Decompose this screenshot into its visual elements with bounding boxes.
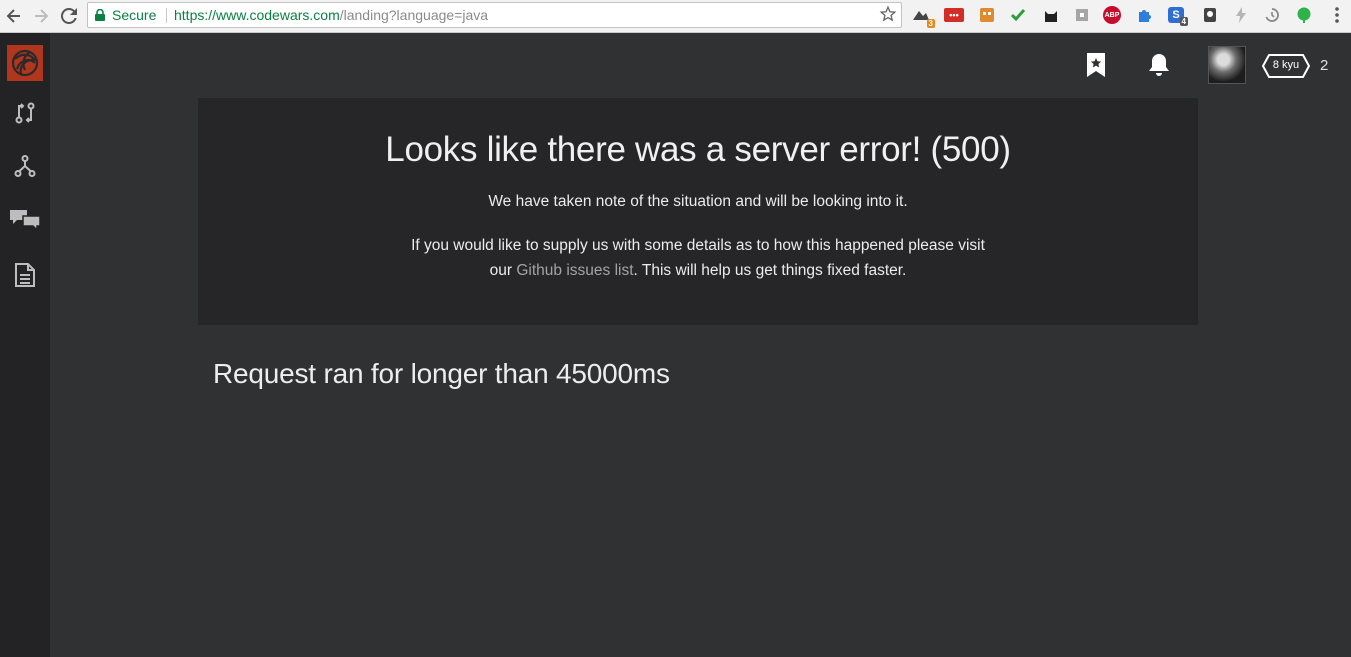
error-note: We have taken note of the situation and … <box>488 193 908 210</box>
sidebar-item-kumite[interactable] <box>0 146 50 186</box>
url-separator <box>166 8 167 23</box>
evernote-icon <box>1297 7 1311 23</box>
extension-6[interactable] <box>1072 5 1092 25</box>
extension-check[interactable] <box>1008 5 1028 25</box>
bookmarks-button[interactable] <box>1083 52 1109 78</box>
url-text[interactable]: https://www.codewars.com/landing?languag… <box>174 7 488 23</box>
extension-bolt[interactable] <box>1231 5 1251 25</box>
error-title: Looks like there was a server error! (50… <box>385 130 1011 169</box>
s-icon: S <box>1172 9 1180 21</box>
extension-lastpass[interactable]: ••• <box>944 8 964 22</box>
star-icon <box>879 5 897 22</box>
checkmark-icon <box>1010 9 1026 22</box>
bookmark-star-icon <box>1087 53 1105 77</box>
extension-s-badge: 4 <box>1179 17 1188 26</box>
fork-icon <box>14 155 36 177</box>
browser-menu-button[interactable] <box>1327 5 1347 25</box>
extension-adblock[interactable]: ABP <box>1103 6 1121 24</box>
extension-puzzle[interactable] <box>1135 5 1155 25</box>
bell-icon <box>1149 54 1169 76</box>
url-scheme: https:// <box>174 7 217 23</box>
bolt-icon <box>1236 7 1246 23</box>
notifications-button[interactable] <box>1146 52 1172 78</box>
browser-toolbar: Secure https://www.codewars.com/landing?… <box>0 0 1351 33</box>
chat-bubbles-icon <box>10 210 41 231</box>
url-host: www.codewars.com <box>216 7 340 23</box>
history-icon <box>1265 8 1279 22</box>
cat-icon <box>1045 11 1057 22</box>
arrow-left-icon <box>6 9 20 23</box>
puzzle-grey-icon <box>1076 9 1088 21</box>
lastpass-icon: ••• <box>949 10 959 20</box>
lightbulb-icon <box>1204 8 1216 22</box>
sidebar-item-discussion[interactable] <box>0 199 50 239</box>
error-panel: Looks like there was a server error! (50… <box>198 98 1198 325</box>
document-icon <box>15 263 35 287</box>
codewars-logo-icon <box>7 45 43 81</box>
back-button[interactable] <box>3 5 25 27</box>
github-issues-link[interactable]: Github issues list <box>516 262 633 279</box>
abp-icon: ABP <box>1104 11 1120 19</box>
extension-s[interactable]: S 4 <box>1168 7 1188 26</box>
reload-button[interactable] <box>58 5 80 27</box>
extension-bulb[interactable] <box>1200 5 1220 25</box>
address-bar[interactable]: Secure https://www.codewars.com/landing?… <box>87 2 902 28</box>
lock-icon <box>95 9 105 21</box>
bookmark-star-button[interactable] <box>879 5 897 28</box>
face-icon <box>980 8 994 22</box>
extension-1[interactable]: 3 <box>911 5 935 28</box>
extension-1-badge: 3 <box>926 19 935 28</box>
extension-history[interactable] <box>1262 5 1282 25</box>
url-path: /landing?language=java <box>339 7 489 23</box>
reload-icon <box>61 8 77 24</box>
error-help-after: . This will help us get things fixed fas… <box>633 262 907 279</box>
sidebar-item-docs[interactable] <box>0 255 50 295</box>
error-help: If you would like to supply us with some… <box>398 233 998 283</box>
request-timeout-message: Request ran for longer than 45000ms <box>213 358 670 389</box>
arrow-right-icon <box>35 9 49 23</box>
forward-button[interactable] <box>30 5 52 27</box>
arrows-exchange-icon <box>15 102 35 124</box>
puzzle-icon <box>1139 10 1151 22</box>
extension-evernote[interactable] <box>1294 5 1314 25</box>
rank-badge[interactable]: 8 kyu <box>1262 54 1310 78</box>
user-avatar[interactable] <box>1208 46 1246 84</box>
codewars-logo-link[interactable] <box>0 43 50 83</box>
kebab-menu-icon <box>1335 7 1339 23</box>
honor-score[interactable]: 2 <box>1320 57 1328 74</box>
extension-5[interactable] <box>1041 5 1061 25</box>
rank-label: 8 kyu <box>1272 59 1300 71</box>
sidebar <box>0 33 50 657</box>
secure-label: Secure <box>112 7 157 23</box>
sidebar-item-training[interactable] <box>0 93 50 133</box>
secure-indicator[interactable]: Secure <box>95 7 156 23</box>
extension-3[interactable] <box>977 5 997 25</box>
